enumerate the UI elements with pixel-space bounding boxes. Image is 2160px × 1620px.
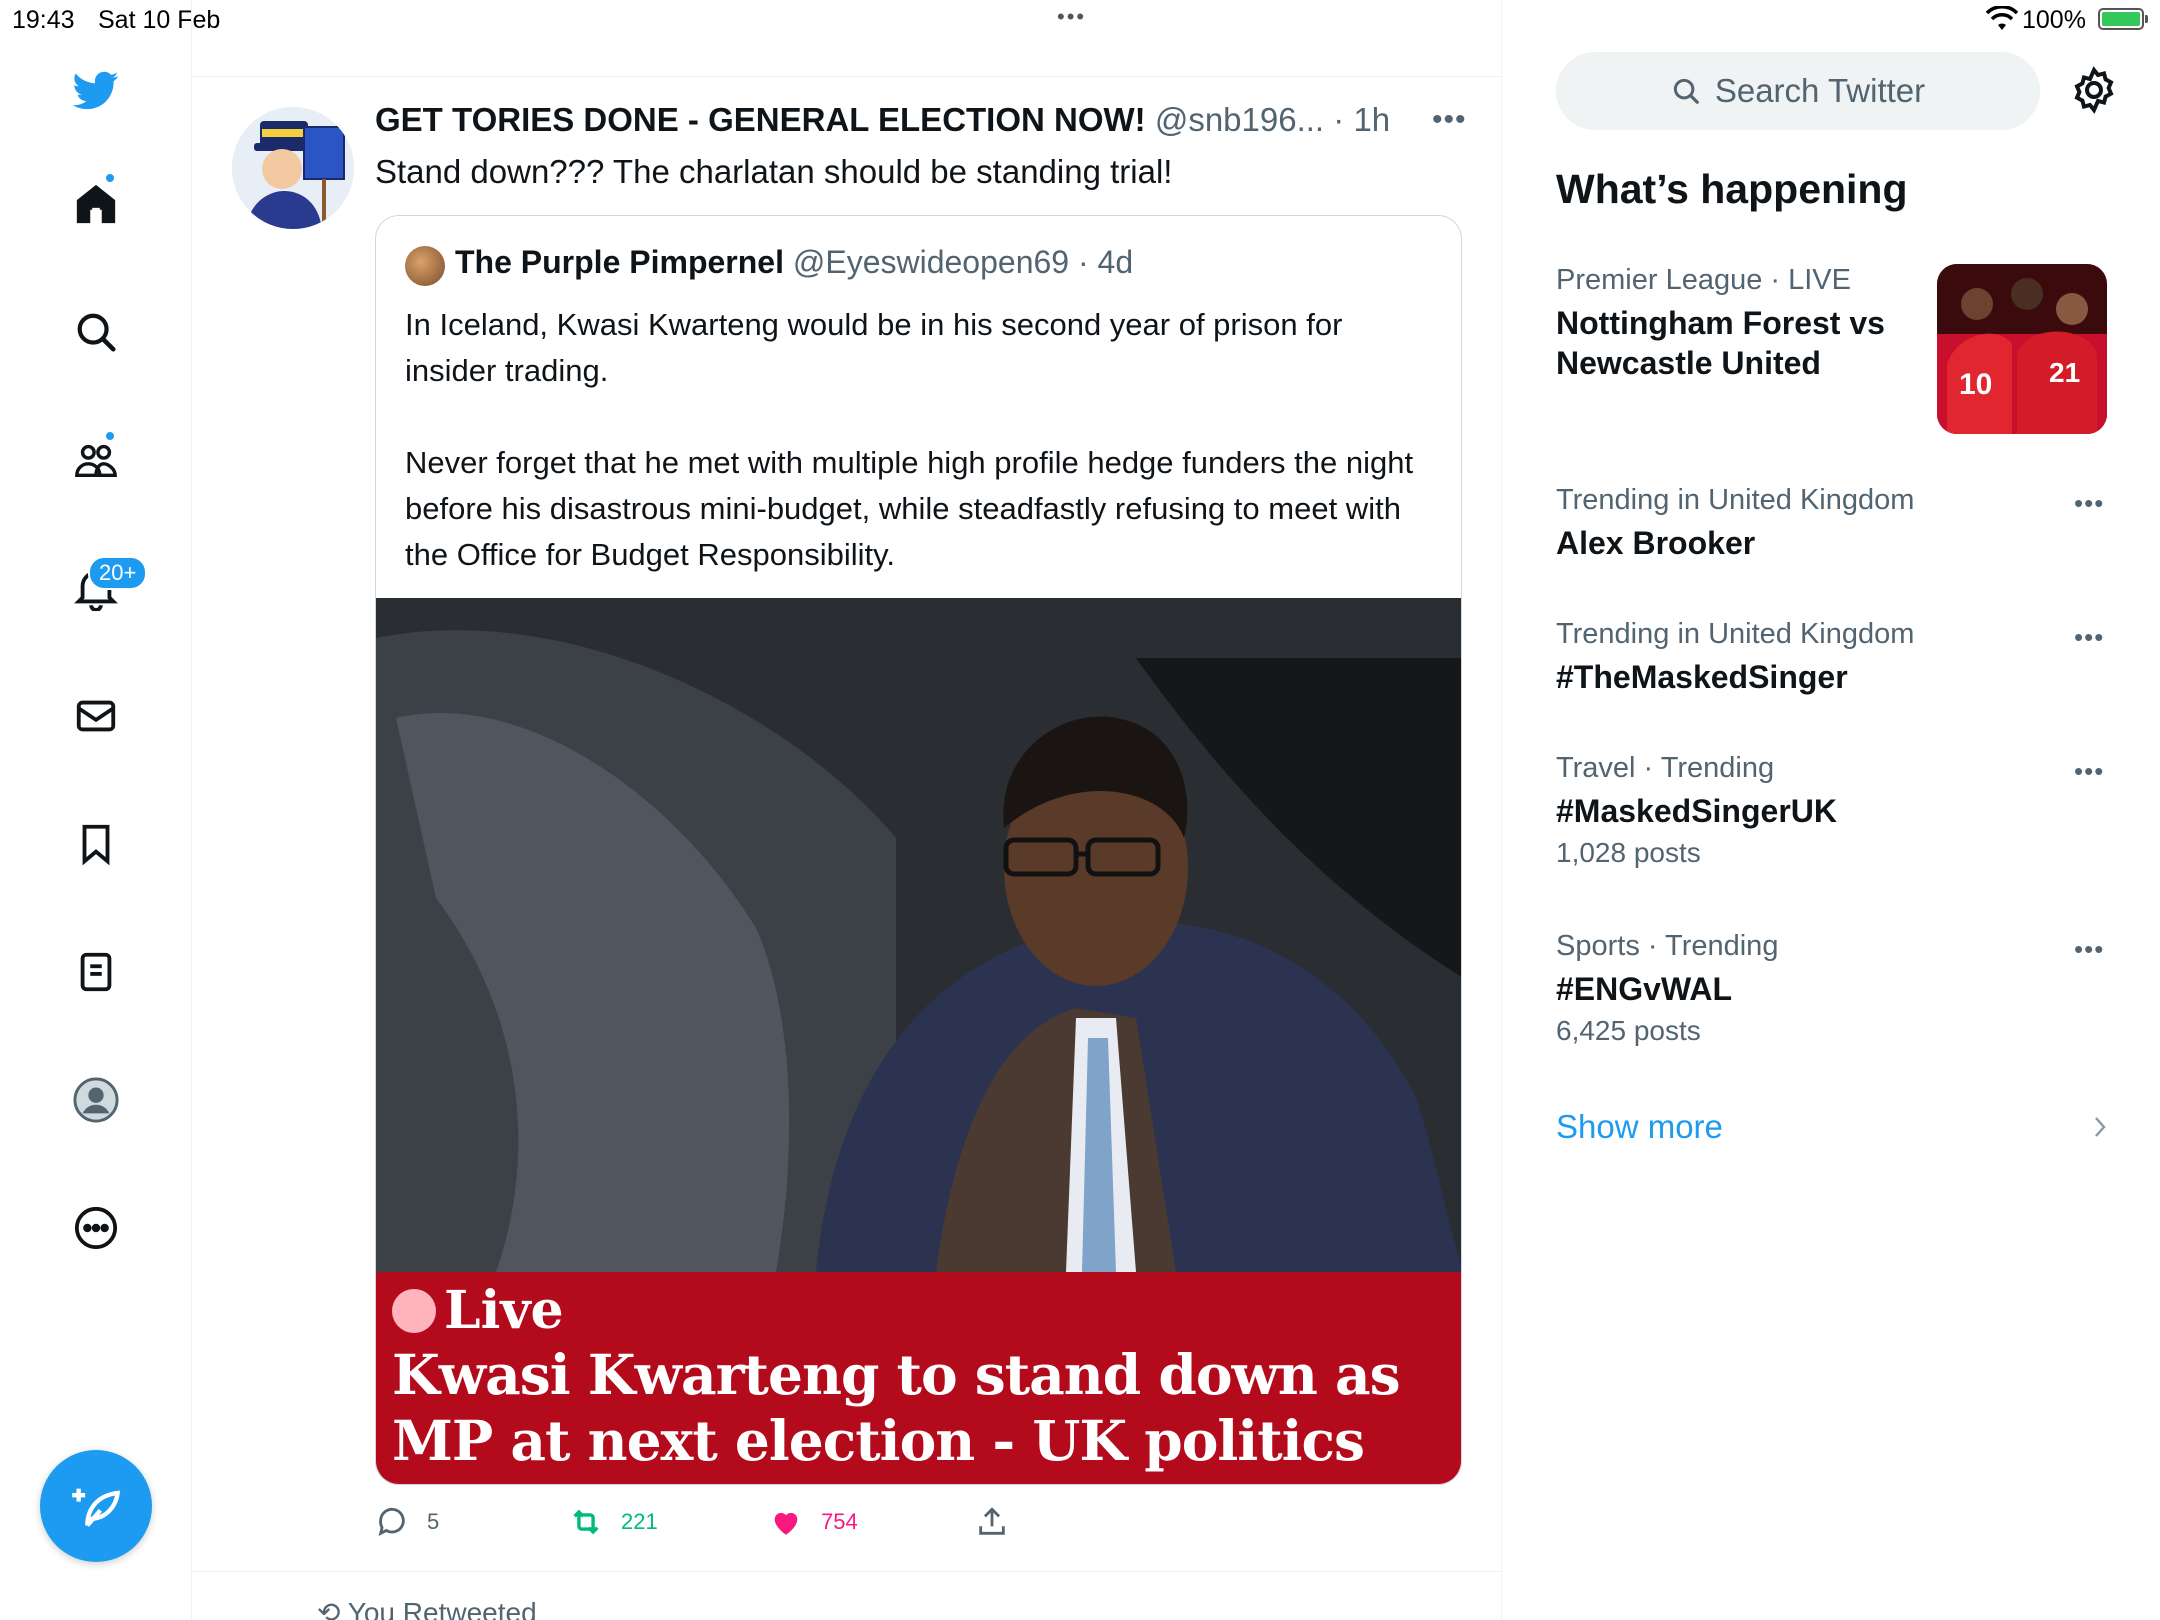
battery-icon: [2098, 8, 2148, 30]
tweet-text: Stand down??? The charlatan should be st…: [375, 153, 1173, 190]
show-more-link[interactable]: Show more: [1556, 1108, 1723, 1146]
home-unread-dot: [104, 172, 116, 184]
settings-gear-icon[interactable]: [2070, 66, 2118, 114]
news-caption-band: Live Kwasi Kwarteng to stand down as MP …: [376, 1272, 1461, 1484]
notifications-badge: 20+: [88, 556, 148, 590]
tweet[interactable]: GET TORIES DONE - GENERAL ELECTION NOW! …: [192, 77, 1502, 1572]
news-photo: [376, 598, 1461, 1272]
quoted-tweet-header: The Purple Pimpernel @Eyeswideopen69 · 4…: [455, 244, 1133, 281]
live-label: Live: [392, 1280, 564, 1341]
retweet-context-icon: ⟲: [317, 1597, 341, 1620]
home-icon[interactable]: [64, 172, 128, 236]
chevron-right-icon[interactable]: [2088, 1112, 2112, 1142]
bookmarks-icon[interactable]: [64, 812, 128, 876]
communities-icon[interactable]: [64, 428, 128, 492]
whats-happening-title: What’s happening: [1556, 166, 1908, 212]
share-button[interactable]: [975, 1505, 1009, 1539]
retweet-icon: [573, 1509, 599, 1535]
quoted-tweet-time: · 4d: [1077, 244, 1134, 280]
reply-count: 5: [427, 1509, 440, 1534]
trend-meta: Premier League · LIVE: [1556, 264, 1851, 296]
live-text: Live: [444, 1280, 564, 1341]
quoted-tweet[interactable]: The Purple Pimpernel @Eyeswideopen69 · 4…: [375, 215, 1462, 1485]
tweet-time[interactable]: · 1h: [1333, 101, 1390, 138]
tweet-header: GET TORIES DONE - GENERAL ELECTION NOW! …: [375, 101, 1390, 139]
trend-more-options-icon[interactable]: •••: [2074, 756, 2104, 787]
like-heart-icon: [774, 1512, 798, 1535]
svg-text:21: 21: [2049, 357, 2080, 388]
compose-feather-icon: [72, 1488, 121, 1527]
messages-mail-icon[interactable]: [64, 684, 128, 748]
trend-item[interactable]: Premier League · LIVE Nottingham Forest …: [1556, 264, 1926, 383]
trend-post-count: 6,425 posts: [1556, 1015, 1701, 1046]
tweet-actions: 5 221 754: [375, 1505, 1075, 1555]
search-input[interactable]: Search Twitter: [1556, 52, 2040, 130]
live-dot-icon: [392, 1288, 436, 1333]
search-icon: [1673, 78, 1699, 104]
more-options-icon[interactable]: [64, 1196, 128, 1260]
quoted-tweet-image[interactable]: Live Kwasi Kwarteng to stand down as MP …: [376, 598, 1461, 1484]
main-timeline: GET TORIES DONE - GENERAL ELECTION NOW! …: [192, 0, 1502, 1620]
trend-thumbnail[interactable]: 10 21: [1937, 264, 2107, 434]
battery-percent: 100%: [2022, 6, 2086, 34]
trend-meta: Travel · Trending: [1556, 752, 1775, 784]
trend-item[interactable]: Trending in United Kingdom #TheMaskedSin…: [1556, 618, 2116, 697]
search-placeholder: Search Twitter: [1714, 72, 1926, 109]
trend-more-options-icon[interactable]: •••: [2074, 934, 2104, 965]
like-count: 754: [821, 1509, 858, 1534]
trend-topic: #TheMaskedSinger: [1556, 659, 1848, 695]
quoted-author-name: The Purple Pimpernel: [455, 244, 784, 280]
explore-search-icon[interactable]: [64, 300, 128, 364]
tweet-author-handle[interactable]: @snb196...: [1155, 101, 1324, 138]
tweet-author-avatar[interactable]: [232, 107, 354, 229]
trend-more-options-icon[interactable]: •••: [2074, 488, 2104, 519]
trend-topic: Nottingham Forest vs Newcastle United: [1556, 305, 1885, 381]
quoted-tweet-text: In Iceland, Kwasi Kwarteng would be in h…: [405, 307, 1414, 572]
tweet-author-name[interactable]: GET TORIES DONE - GENERAL ELECTION NOW!: [375, 101, 1146, 138]
trend-item[interactable]: Trending in United Kingdom Alex Brooker: [1556, 484, 2116, 563]
retweet-count: 221: [621, 1509, 658, 1534]
retweet-button[interactable]: 221: [569, 1505, 658, 1539]
trend-meta: Sports · Trending: [1556, 930, 1779, 962]
compose-tweet-button[interactable]: [40, 1450, 152, 1562]
trend-meta: Trending in United Kingdom: [1556, 618, 1915, 650]
share-icon: [979, 1507, 1005, 1535]
trend-more-options-icon[interactable]: •••: [2074, 622, 2104, 653]
wifi-icon: [1986, 6, 2018, 30]
retweet-context-label: ⟲ You Retweeted: [317, 1596, 537, 1620]
news-headline: Kwasi Kwarteng to stand down as MP at ne…: [392, 1342, 1401, 1484]
trend-item[interactable]: Sports · Trending #ENGvWAL 6,425 posts: [1556, 930, 2116, 1047]
trend-post-count: 1,028 posts: [1556, 837, 1701, 868]
tweet-more-options-icon[interactable]: •••: [1432, 103, 1467, 137]
trend-topic: #ENGvWAL: [1556, 971, 1733, 1007]
trend-item[interactable]: Travel · Trending #MaskedSingerUK 1,028 …: [1556, 752, 2116, 869]
reply-icon: [378, 1507, 405, 1536]
left-navigation: 20+: [0, 0, 192, 1620]
trend-meta: Trending in United Kingdom: [1556, 484, 1915, 516]
communities-unread-dot: [104, 430, 116, 442]
lists-icon[interactable]: [64, 940, 128, 1004]
svg-text:10: 10: [1959, 368, 1992, 401]
quoted-author-handle: @Eyeswideopen69: [792, 244, 1070, 280]
profile-avatar-icon[interactable]: [64, 1068, 128, 1132]
twitter-logo-icon[interactable]: [64, 58, 128, 122]
reply-button[interactable]: 5: [375, 1505, 439, 1539]
trend-topic: Alex Brooker: [1556, 525, 1756, 561]
retweet-context-text: You Retweeted: [347, 1597, 537, 1620]
quoted-author-avatar[interactable]: [405, 246, 445, 286]
trend-topic: #MaskedSingerUK: [1556, 793, 1837, 829]
like-button[interactable]: 754: [769, 1505, 858, 1539]
